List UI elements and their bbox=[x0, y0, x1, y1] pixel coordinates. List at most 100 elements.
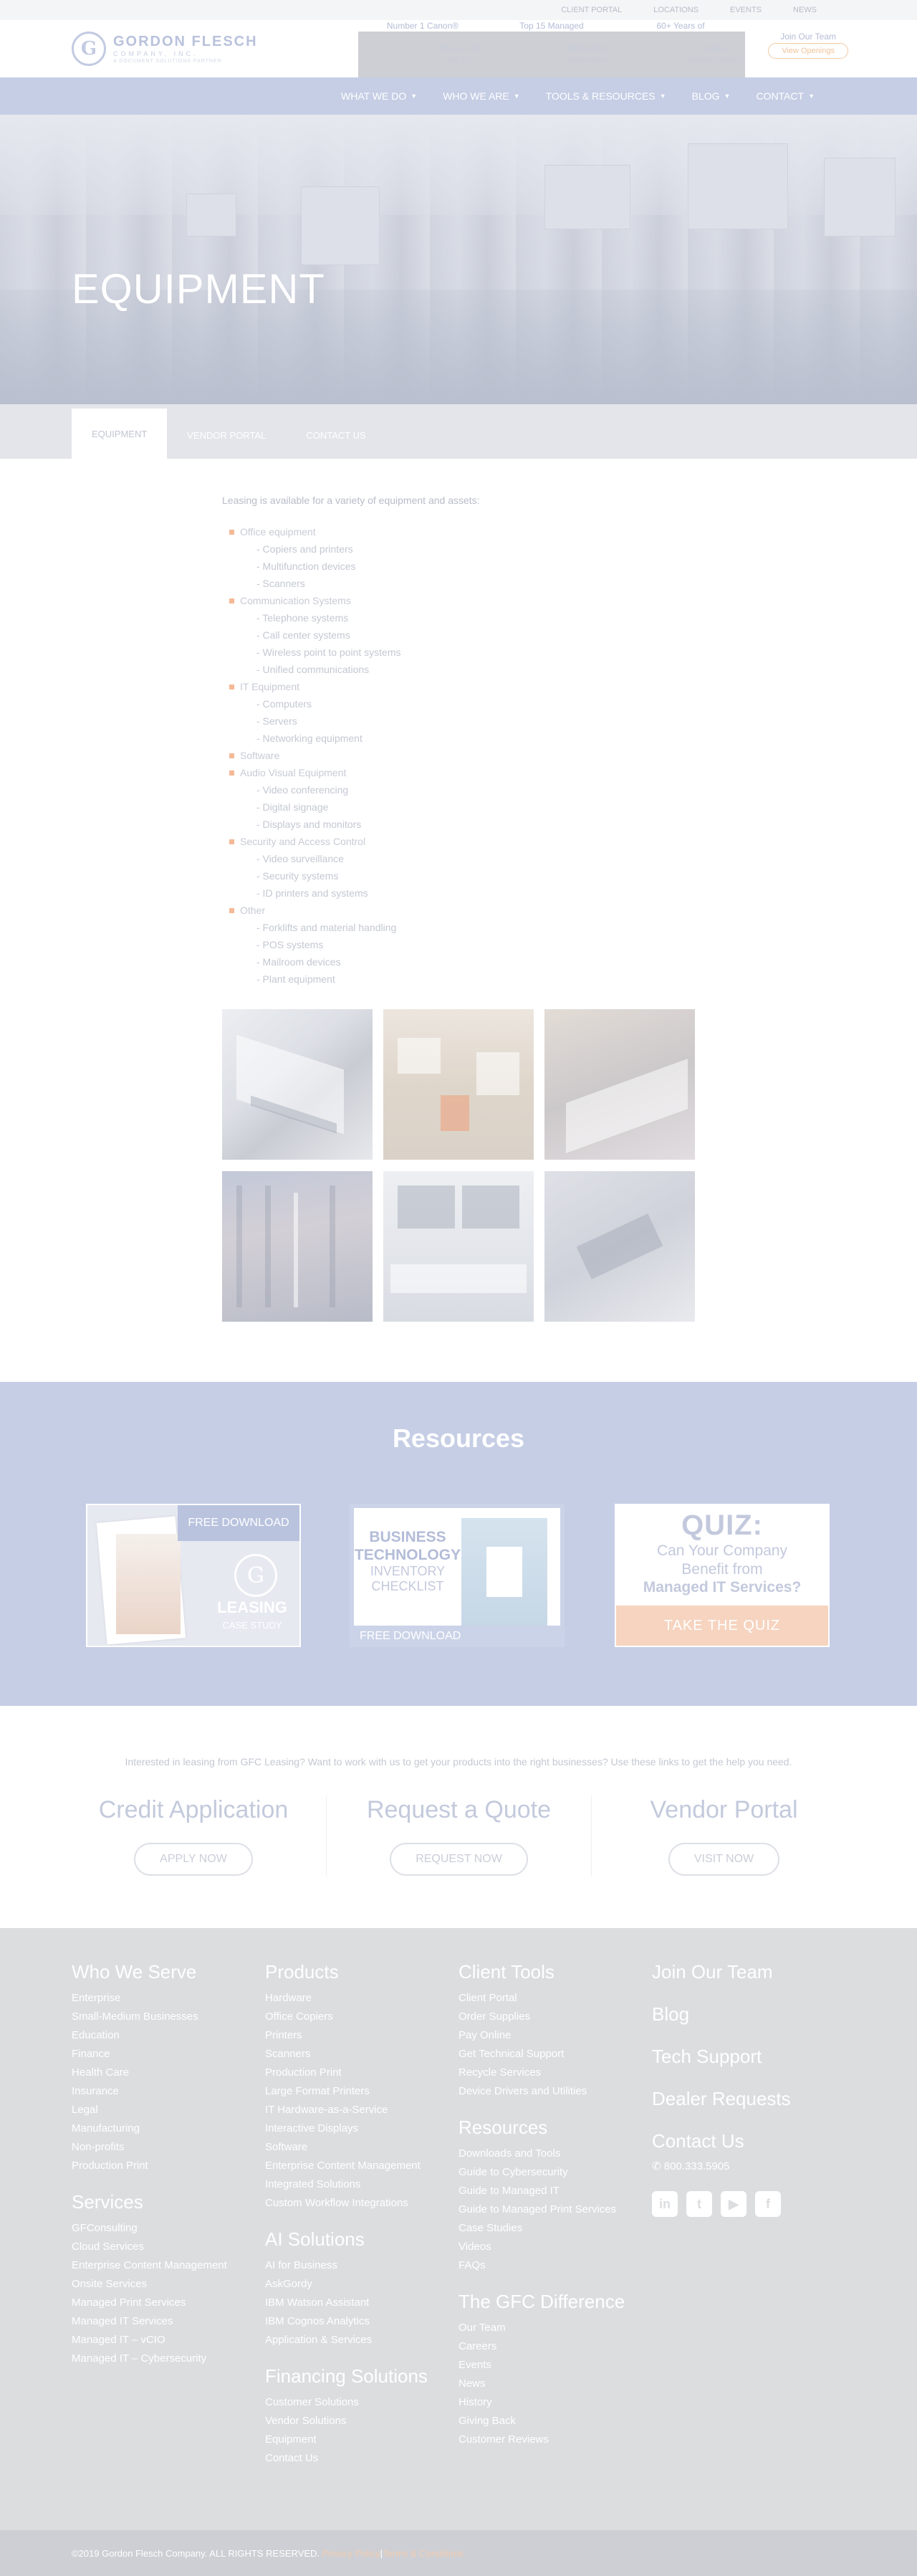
privacy-policy-link[interactable]: Privacy Policy bbox=[322, 2548, 380, 2559]
leasing-links-section: Interested in leasing from GFC Leasing? … bbox=[0, 1706, 917, 1928]
footer-link[interactable]: Integrated Solutions bbox=[265, 2175, 437, 2194]
footer-link[interactable]: Manufacturing bbox=[72, 2119, 244, 2138]
footer-link[interactable]: Order Supplies bbox=[458, 2008, 630, 2026]
apply-now-button[interactable]: APPLY NOW bbox=[134, 1843, 253, 1876]
footer-link[interactable]: Large Format Printers bbox=[265, 2082, 437, 2101]
visit-now-button[interactable]: VISIT NOW bbox=[668, 1843, 780, 1876]
take-the-quiz-button[interactable]: TAKE THE QUIZ bbox=[616, 1606, 828, 1646]
footer-link[interactable]: Guide to Managed IT bbox=[458, 2182, 630, 2200]
nav-tools-resources[interactable]: TOOLS & RESOURCES ▼ bbox=[533, 90, 679, 102]
footer-link[interactable]: Enterprise bbox=[72, 1989, 244, 2008]
footer-link[interactable]: GFConsulting bbox=[72, 2219, 244, 2238]
footer-link[interactable]: Custom Workflow Integrations bbox=[265, 2194, 437, 2213]
tab-contact-us[interactable]: CONTACT US bbox=[286, 411, 385, 459]
linkedin-icon[interactable]: in bbox=[652, 2191, 678, 2217]
twitter-icon[interactable]: t bbox=[686, 2191, 712, 2217]
footer-link[interactable]: Finance bbox=[72, 2045, 244, 2064]
footer-link[interactable]: Hardware bbox=[265, 1989, 437, 2008]
tab-vendor-portal[interactable]: VENDOR PORTAL bbox=[167, 411, 286, 459]
footer-link[interactable]: Events bbox=[458, 2356, 630, 2375]
inventory-checklist-card[interactable]: BUSINESS TECHNOLOGY INVENTORY CHECKLIST … bbox=[350, 1504, 565, 1647]
footer-col-4: Join Our Team Blog Tech Support Dealer R… bbox=[652, 1961, 845, 2530]
utility-link-client-portal[interactable]: CLIENT PORTAL bbox=[561, 6, 622, 14]
footer-link[interactable]: Printers bbox=[265, 2026, 437, 2045]
equipment-item: - Servers bbox=[256, 715, 297, 727]
youtube-icon[interactable]: ▶ bbox=[721, 2191, 746, 2217]
footer-link[interactable]: Guide to Managed Print Services bbox=[458, 2200, 630, 2219]
logo[interactable]: G GORDON FLESCH COMPANY, INC. A DOCUMENT… bbox=[72, 32, 308, 66]
footer-link[interactable]: Get Technical Support bbox=[458, 2045, 630, 2064]
footer-link[interactable]: Insurance bbox=[72, 2082, 244, 2101]
footer-link[interactable]: Recycle Services bbox=[458, 2064, 630, 2082]
nav-contact[interactable]: CONTACT ▼ bbox=[743, 90, 827, 102]
footer-link[interactable]: Education bbox=[72, 2026, 244, 2045]
footer-link[interactable]: Customer Reviews bbox=[458, 2430, 630, 2449]
footer-link[interactable]: Contact Us bbox=[265, 2449, 437, 2468]
footer-link[interactable]: Office Copiers bbox=[265, 2008, 437, 2026]
footer-link[interactable]: Device Drivers and Utilities bbox=[458, 2082, 630, 2101]
utility-link-events[interactable]: EVENTS bbox=[730, 6, 762, 14]
footer-link[interactable]: Enterprise Content Management bbox=[265, 2157, 437, 2175]
nav-blog[interactable]: BLOG ▼ bbox=[679, 90, 744, 102]
footer-link[interactable]: Pay Online bbox=[458, 2026, 630, 2045]
footer-link[interactable]: Giving Back bbox=[458, 2412, 630, 2430]
vendor-portal-block: Vendor Portal VISIT NOW bbox=[591, 1796, 856, 1876]
footer-link[interactable]: Vendor Solutions bbox=[265, 2412, 437, 2430]
footer-link[interactable]: History bbox=[458, 2393, 630, 2412]
footer-link[interactable]: Production Print bbox=[265, 2064, 437, 2082]
footer-phone[interactable]: ✆ 800.333.5905 bbox=[652, 2160, 845, 2172]
footer-link[interactable]: Small-Medium Businesses bbox=[72, 2008, 244, 2026]
footer-link[interactable]: AskGordy bbox=[265, 2275, 437, 2294]
footer-link[interactable]: Scanners bbox=[265, 2045, 437, 2064]
facebook-icon[interactable]: f bbox=[755, 2191, 781, 2217]
footer-link[interactable]: Downloads and Tools bbox=[458, 2145, 630, 2163]
equipment-item: - Call center systems bbox=[256, 629, 350, 641]
footer-link[interactable]: Managed IT – vCIO bbox=[72, 2331, 244, 2350]
footer-link[interactable]: Managed Print Services bbox=[72, 2294, 244, 2312]
footer-link[interactable]: Onsite Services bbox=[72, 2275, 244, 2294]
footer-link[interactable]: Interactive Displays bbox=[265, 2119, 437, 2138]
footer-link[interactable]: Videos bbox=[458, 2238, 630, 2256]
footer-link[interactable]: Application & Services bbox=[265, 2331, 437, 2350]
terms-link[interactable]: Terms & Conditions bbox=[383, 2548, 464, 2559]
utility-link-news[interactable]: NEWS bbox=[793, 6, 817, 14]
footer-link-dealer-requests[interactable]: Dealer Requests bbox=[652, 2088, 845, 2110]
footer-link-contact-us[interactable]: Contact Us bbox=[652, 2130, 845, 2152]
footer-link[interactable]: Enterprise Content Management bbox=[72, 2256, 244, 2275]
footer-link[interactable]: Non-profits bbox=[72, 2138, 244, 2157]
managed-it-quiz-card[interactable]: QUIZ: Can Your Company Benefit from Mana… bbox=[615, 1504, 830, 1647]
footer-link[interactable]: IT Hardware-as-a-Service bbox=[265, 2101, 437, 2119]
footer-link[interactable]: Client Portal bbox=[458, 1989, 630, 2008]
footer-link[interactable]: Managed IT – Cybersecurity bbox=[72, 2350, 244, 2368]
footer-link[interactable]: Legal bbox=[72, 2101, 244, 2119]
footer-link[interactable]: IBM Cognos Analytics bbox=[265, 2312, 437, 2331]
link-title: Credit Application bbox=[98, 1796, 289, 1823]
view-openings-button[interactable]: View Openings bbox=[768, 43, 848, 59]
footer-link[interactable]: Case Studies bbox=[458, 2219, 630, 2238]
footer-heading: Products bbox=[265, 1961, 339, 1983]
footer-link-tech-support[interactable]: Tech Support bbox=[652, 2046, 845, 2068]
footer-link[interactable]: Careers bbox=[458, 2337, 630, 2356]
footer-link[interactable]: Production Print bbox=[72, 2157, 244, 2175]
utility-link-locations[interactable]: LOCATIONS bbox=[653, 6, 698, 14]
footer-link[interactable]: Equipment bbox=[265, 2430, 437, 2449]
leasing-case-study-card[interactable]: FREE DOWNLOAD G LEASING CASE STUDY bbox=[86, 1504, 301, 1647]
footer-link[interactable]: Our Team bbox=[458, 2319, 630, 2337]
footer-link[interactable]: FAQs bbox=[458, 2256, 630, 2275]
nav-what-we-do[interactable]: WHAT WE DO ▼ bbox=[328, 90, 430, 102]
footer-link[interactable]: Guide to Cybersecurity bbox=[458, 2163, 630, 2182]
footer-link[interactable]: Health Care bbox=[72, 2064, 244, 2082]
footer-link[interactable]: Software bbox=[265, 2138, 437, 2157]
footer-link-join-our-team[interactable]: Join Our Team bbox=[652, 1961, 845, 1983]
nav-who-we-are[interactable]: WHO WE ARE ▼ bbox=[430, 90, 532, 102]
tab-equipment[interactable]: EQUIPMENT bbox=[72, 409, 168, 459]
card-subtitle: INVENTORY CHECKLIST bbox=[370, 1564, 446, 1593]
footer-link[interactable]: Managed IT Services bbox=[72, 2312, 244, 2331]
footer-link[interactable]: IBM Watson Assistant bbox=[265, 2294, 437, 2312]
footer-link-blog[interactable]: Blog bbox=[652, 2003, 845, 2026]
request-now-button[interactable]: REQUEST NOW bbox=[390, 1843, 528, 1876]
footer-link[interactable]: News bbox=[458, 2375, 630, 2393]
footer-link[interactable]: Cloud Services bbox=[72, 2238, 244, 2256]
footer-link[interactable]: Customer Solutions bbox=[265, 2393, 437, 2412]
footer-link[interactable]: AI for Business bbox=[265, 2256, 437, 2275]
